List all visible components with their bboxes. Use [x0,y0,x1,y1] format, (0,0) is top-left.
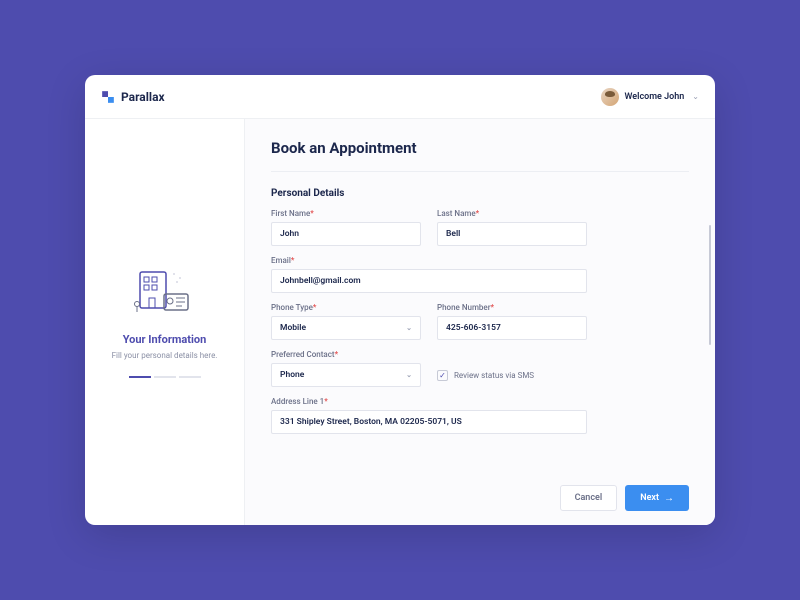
preferred-contact-select[interactable]: Phone ⌄ [271,363,421,387]
progress-step-2 [154,376,176,378]
phone-type-label: Phone Type* [271,303,421,312]
chevron-down-icon: ⌄ [692,92,699,101]
arrow-right-icon: → [664,493,674,504]
main-content: Book an Appointment Personal Details Fir… [245,119,715,525]
sidebar-title: Your Information [123,333,207,346]
phone-number-label: Phone Number* [437,303,587,312]
user-menu[interactable]: Welcome John ⌄ [601,88,700,106]
app-window: Parallax Welcome John ⌄ [85,75,715,525]
sidebar-subtitle: Fill your personal details here. [112,350,218,361]
body: Your Information Fill your personal deta… [85,119,715,525]
logo[interactable]: Parallax [101,90,165,104]
logo-icon [101,90,115,104]
next-button[interactable]: Next → [625,485,689,511]
last-name-label: Last Name* [437,209,587,218]
phone-type-field-group: Phone Type* Mobile ⌄ [271,303,421,340]
first-name-field-group: First Name* John [271,209,421,246]
welcome-text: Welcome John [625,92,685,102]
email-field-group: Email* Johnbell@gmail.com [271,256,587,293]
sidebar: Your Information Fill your personal deta… [85,119,245,525]
preferred-contact-field-group: Preferred Contact* Phone ⌄ [271,350,421,387]
brand-name: Parallax [121,90,165,104]
preferred-contact-label: Preferred Contact* [271,350,421,359]
sms-checkbox-wrap[interactable]: ✓ Review status via SMS [437,363,534,387]
section-title: Personal Details [271,188,689,199]
address1-field-group: Address Line 1* 331 Shipley Street, Bost… [271,397,587,434]
sms-checkbox[interactable]: ✓ [437,370,448,381]
footer-actions: Cancel Next → [271,475,689,511]
chevron-down-icon: ⌄ [406,324,412,332]
email-input[interactable]: Johnbell@gmail.com [271,269,587,293]
phone-number-field-group: Phone Number* 425-606-3157 [437,303,587,340]
header: Parallax Welcome John ⌄ [85,75,715,119]
progress-step-1 [129,376,151,378]
first-name-label: First Name* [271,209,421,218]
address1-input[interactable]: 331 Shipley Street, Boston, MA 02205-507… [271,410,587,434]
cancel-button[interactable]: Cancel [560,485,618,511]
first-name-input[interactable]: John [271,222,421,246]
phone-number-input[interactable]: 425-606-3157 [437,316,587,340]
progress-step-3 [179,376,201,378]
progress-indicator [129,376,201,378]
scrollbar[interactable] [709,225,711,345]
your-info-illustration [130,266,200,321]
page-title: Book an Appointment [271,139,689,172]
sms-checkbox-label: Review status via SMS [454,371,534,380]
avatar [601,88,619,106]
address1-label: Address Line 1* [271,397,587,406]
chevron-down-icon: ⌄ [406,371,412,379]
phone-type-select[interactable]: Mobile ⌄ [271,316,421,340]
last-name-input[interactable]: Bell [437,222,587,246]
last-name-field-group: Last Name* Bell [437,209,587,246]
email-label: Email* [271,256,587,265]
